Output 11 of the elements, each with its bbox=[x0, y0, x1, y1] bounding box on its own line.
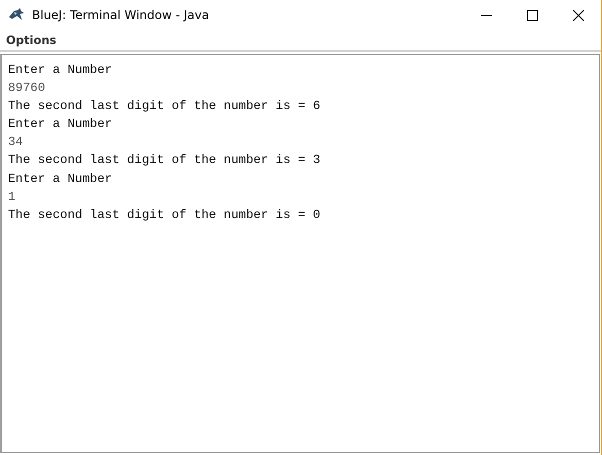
output-line: The second last digit of the number is = 0 bbox=[8, 206, 320, 224]
output-line: Enter a Number bbox=[8, 116, 112, 134]
input-line: 1 bbox=[8, 188, 16, 206]
window-title: BlueJ: Terminal Window - Java bbox=[32, 8, 210, 22]
input-line: 89760 bbox=[8, 80, 46, 98]
output-line: The second last digit of the number is = 3 bbox=[8, 152, 320, 170]
menu-item[interactable]: Options bbox=[4, 33, 58, 47]
output-line: Enter a Number bbox=[8, 62, 112, 79]
output-line: Enter a Number bbox=[8, 170, 112, 188]
output-line: The second last digit of the number is = 6 bbox=[8, 98, 320, 116]
input-line: 34 bbox=[8, 134, 23, 152]
